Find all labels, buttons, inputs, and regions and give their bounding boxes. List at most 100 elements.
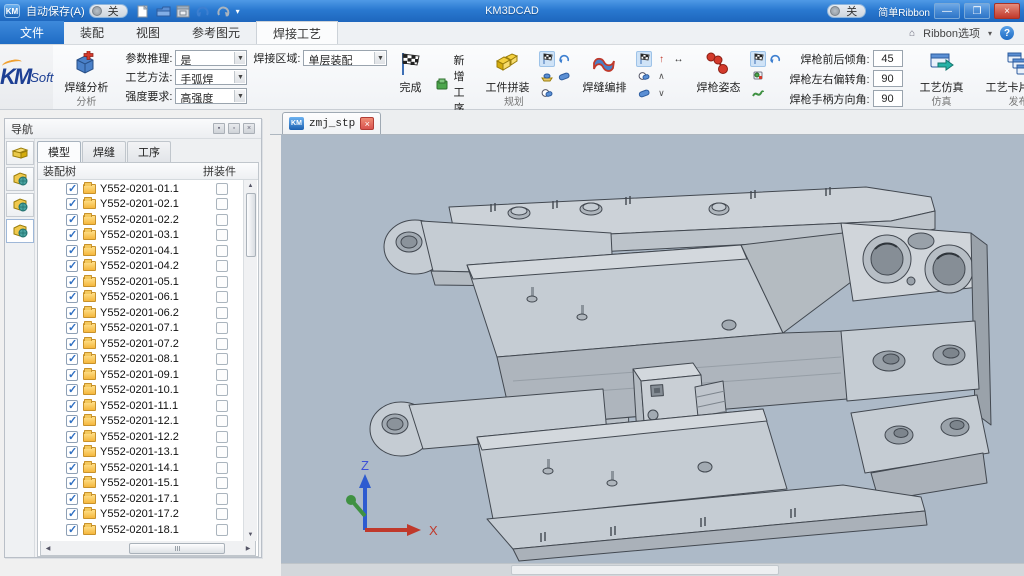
- table-row[interactable]: Y552-0201-07.2: [38, 336, 258, 352]
- save-icon[interactable]: [176, 5, 190, 18]
- document-tab[interactable]: KM zmj_stp ×: [282, 112, 381, 134]
- visibility-checkbox[interactable]: [66, 477, 78, 489]
- qat-dropdown-icon[interactable]: ▾: [236, 7, 240, 16]
- table-row[interactable]: Y552-0201-18.1: [38, 522, 258, 538]
- collapse-ribbon-icon[interactable]: ⌂: [909, 28, 915, 39]
- torch-pose-button[interactable]: 焊枪姿态: [692, 48, 744, 98]
- flag-toggle-icon[interactable]: [539, 51, 555, 67]
- visibility-checkbox[interactable]: [66, 198, 78, 210]
- visibility-checkbox[interactable]: [66, 338, 78, 350]
- app-logo-icon[interactable]: KM: [4, 4, 20, 18]
- scrollbar-thumb[interactable]: [129, 543, 225, 554]
- red-up-arrow-icon[interactable]: ↑: [653, 51, 669, 67]
- assembly-checkbox[interactable]: [216, 198, 228, 210]
- visibility-checkbox[interactable]: [66, 508, 78, 520]
- table-row[interactable]: Y552-0201-04.1: [38, 243, 258, 259]
- chevron-up-icon[interactable]: ∧: [653, 68, 669, 84]
- assembly-checkbox[interactable]: [216, 477, 228, 489]
- doc-tab-close-icon[interactable]: ×: [360, 117, 374, 130]
- angle2-input[interactable]: 90: [873, 70, 903, 87]
- table-row[interactable]: Y552-0201-08.1: [38, 352, 258, 368]
- tree-column-header[interactable]: 装配树: [43, 163, 76, 179]
- help-icon[interactable]: ?: [1000, 26, 1014, 40]
- assembly-checkbox[interactable]: [216, 183, 228, 195]
- assembly-checkbox[interactable]: [216, 291, 228, 303]
- visibility-checkbox[interactable]: [66, 183, 78, 195]
- table-row[interactable]: Y552-0201-02.1: [38, 197, 258, 213]
- ribbon-options-label[interactable]: Ribbon选项: [923, 25, 980, 41]
- assembly-checkbox[interactable]: [216, 338, 228, 350]
- sphere-capsule-icon[interactable]: [636, 68, 652, 84]
- undo-icon[interactable]: [196, 5, 210, 18]
- cube-globe-icon[interactable]: [6, 193, 34, 217]
- tab-seam[interactable]: 焊缝: [82, 141, 126, 162]
- tab-reference[interactable]: 参考图元: [176, 21, 256, 44]
- assembly-checkbox[interactable]: [216, 508, 228, 520]
- tab-welding-process[interactable]: 焊接工艺: [256, 21, 338, 44]
- visibility-checkbox[interactable]: [66, 276, 78, 288]
- weld-pool-icon[interactable]: [539, 68, 555, 84]
- visibility-checkbox[interactable]: [66, 431, 78, 443]
- minimize-button[interactable]: —: [934, 3, 960, 19]
- cube-globe-icon-active[interactable]: [6, 219, 34, 243]
- table-row[interactable]: Y552-0201-09.1: [38, 367, 258, 383]
- table-row[interactable]: Y552-0201-17.2: [38, 507, 258, 523]
- tab-view[interactable]: 视图: [120, 21, 176, 44]
- part-column-header[interactable]: 拼装件: [203, 163, 236, 179]
- visibility-checkbox[interactable]: [66, 400, 78, 412]
- scrollbar-thumb[interactable]: [511, 565, 778, 575]
- table-row[interactable]: Y552-0201-12.1: [38, 414, 258, 430]
- visibility-checkbox[interactable]: [66, 493, 78, 505]
- table-row[interactable]: Y552-0201-04.2: [38, 259, 258, 275]
- region-select[interactable]: 单层装配▼: [303, 50, 387, 66]
- flag-toggle-icon[interactable]: [636, 51, 652, 67]
- visibility-checkbox[interactable]: [66, 524, 78, 536]
- viewport-scrollbar[interactable]: [281, 563, 1024, 576]
- scroll-down-icon[interactable]: ▼: [248, 529, 254, 541]
- table-row[interactable]: Y552-0201-10.1: [38, 383, 258, 399]
- cube-globe-icon[interactable]: [6, 167, 34, 191]
- table-row[interactable]: Y552-0201-14.1: [38, 460, 258, 476]
- ribbon-mode-toggle[interactable]: 关: [827, 4, 866, 18]
- finish-button[interactable]: 完成: [393, 48, 427, 98]
- visibility-checkbox[interactable]: [66, 462, 78, 474]
- 3d-viewport[interactable]: Z X: [281, 135, 1024, 576]
- assembly-checkbox[interactable]: [216, 214, 228, 226]
- tab-assembly[interactable]: 装配: [64, 21, 120, 44]
- param-infer-select[interactable]: 是▼: [175, 50, 247, 66]
- torch-small-icon[interactable]: [750, 68, 766, 84]
- tab-file[interactable]: 文件: [0, 21, 64, 44]
- scroll-right-icon[interactable]: ▶: [241, 545, 255, 552]
- open-folder-icon[interactable]: [156, 5, 170, 18]
- tab-model[interactable]: 模型: [37, 141, 81, 162]
- scroll-left-icon[interactable]: ◀: [41, 545, 55, 552]
- table-row[interactable]: Y552-0201-06.1: [38, 290, 258, 306]
- maximize-button[interactable]: ❐: [964, 3, 990, 19]
- part-assembly-button[interactable]: 工件拼装: [481, 48, 533, 98]
- close-button[interactable]: ×: [994, 3, 1020, 19]
- rotate-icon[interactable]: [556, 51, 572, 67]
- visibility-checkbox[interactable]: [66, 353, 78, 365]
- assembly-checkbox[interactable]: [216, 353, 228, 365]
- assembly-checkbox[interactable]: [216, 369, 228, 381]
- table-row[interactable]: Y552-0201-02.2: [38, 212, 258, 228]
- assembly-checkbox[interactable]: [216, 245, 228, 257]
- visibility-checkbox[interactable]: [66, 369, 78, 381]
- tree-vertical-scrollbar[interactable]: ▲ ▼: [243, 180, 257, 541]
- assembly-checkbox[interactable]: [216, 431, 228, 443]
- assembly-checkbox[interactable]: [216, 493, 228, 505]
- seam-analysis-button[interactable]: 焊缝分析: [59, 48, 113, 98]
- assembly-checkbox[interactable]: [216, 229, 228, 241]
- table-row[interactable]: Y552-0201-07.1: [38, 321, 258, 337]
- assembly-checkbox[interactable]: [216, 260, 228, 272]
- card-output-button[interactable]: 工艺卡片输出: [981, 48, 1024, 98]
- visibility-checkbox[interactable]: [66, 322, 78, 334]
- tab-step[interactable]: 工序: [127, 141, 171, 162]
- nav-pin-icon[interactable]: ▪: [213, 123, 225, 134]
- visibility-checkbox[interactable]: [66, 245, 78, 257]
- simulate-button[interactable]: 工艺仿真: [915, 48, 969, 98]
- assembly-checkbox[interactable]: [216, 524, 228, 536]
- visibility-checkbox[interactable]: [66, 415, 78, 427]
- table-row[interactable]: Y552-0201-17.1: [38, 491, 258, 507]
- nav-close-icon[interactable]: ×: [243, 123, 255, 134]
